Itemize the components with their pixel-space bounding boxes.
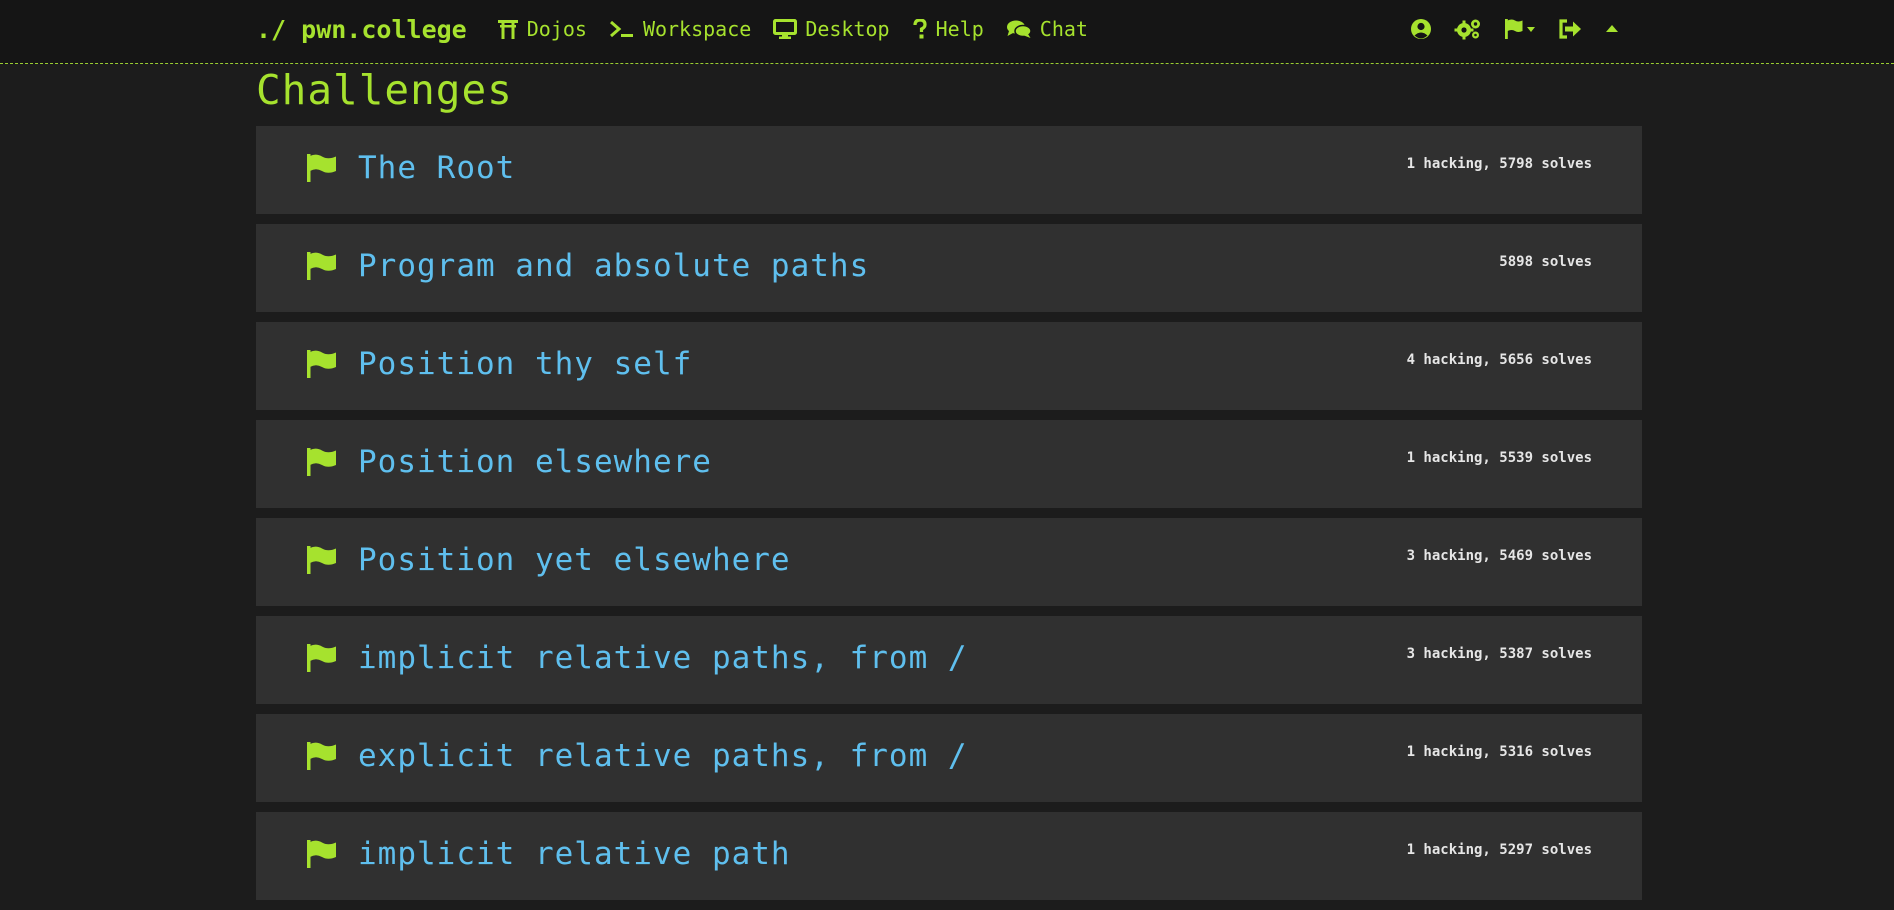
challenge-row[interactable]: implicit relative path 1 hacking, 5297 s… (256, 812, 1642, 900)
flag-dropdown-icon[interactable] (1504, 18, 1536, 40)
brand-logo-link[interactable]: ./ pwn.college (256, 15, 467, 44)
user-icon[interactable] (1410, 18, 1432, 40)
flag-icon (307, 742, 336, 770)
challenge-row[interactable]: Position elsewhere 1 hacking, 5539 solve… (256, 420, 1642, 508)
settings-icon[interactable] (1454, 18, 1482, 40)
nav-link-label: Help (935, 17, 984, 41)
challenge-stats: 1 hacking, 5316 solves (1406, 744, 1592, 760)
nav-link-label: Workspace (642, 17, 752, 41)
challenge-row[interactable]: Position thy self 4 hacking, 5656 solves (256, 322, 1642, 410)
challenge-row[interactable]: The Root 1 hacking, 5798 solves (256, 126, 1642, 214)
challenge-stats: 3 hacking, 5387 solves (1406, 646, 1592, 662)
torii-gate-icon (497, 20, 518, 39)
flag-icon (307, 448, 336, 476)
nav-link-label: Desktop (805, 17, 890, 41)
flag-icon (307, 252, 336, 280)
logout-icon[interactable] (1558, 18, 1582, 40)
challenge-row[interactable]: explicit relative paths, from / 1 hackin… (256, 714, 1642, 802)
nav-link-label: Chat (1039, 17, 1088, 41)
challenge-row[interactable]: implicit relative paths, from / 3 hackin… (256, 616, 1642, 704)
flag-icon (307, 644, 336, 672)
challenge-stats: 1 hacking, 5539 solves (1406, 450, 1592, 466)
terminal-icon (609, 20, 633, 38)
caret-up-icon[interactable] (1604, 22, 1620, 36)
page-title: Challenges (256, 66, 513, 114)
nav-link-dojos[interactable]: Dojos (497, 17, 587, 41)
flag-icon (307, 350, 336, 378)
question-icon (913, 19, 927, 39)
challenge-name: implicit relative path (358, 836, 791, 872)
challenge-name: Position yet elsewhere (358, 542, 791, 578)
challenge-name: explicit relative paths, from / (358, 738, 968, 774)
nav-link-label: Dojos (526, 17, 587, 41)
flag-icon (307, 840, 336, 868)
nav-link-help[interactable]: Help (912, 17, 984, 41)
navbar-inner: ./ pwn.college Dojos Workspace Desktop H… (256, 0, 1642, 58)
challenge-row[interactable]: Position yet elsewhere 3 hacking, 5469 s… (256, 518, 1642, 606)
challenge-stats: 5898 solves (1499, 254, 1592, 270)
nav-link-chat[interactable]: Chat (1006, 17, 1088, 41)
flag-icon (307, 154, 336, 182)
challenge-name: implicit relative paths, from / (358, 640, 968, 676)
challenge-row[interactable]: Program and absolute paths 5898 solves (256, 224, 1642, 312)
navbar-right-icons (1388, 18, 1642, 40)
challenge-stats: 1 hacking, 5297 solves (1406, 842, 1592, 858)
chat-icon (1006, 20, 1032, 38)
challenge-name: Position thy self (358, 346, 693, 382)
challenge-list: The Root 1 hacking, 5798 solves Program … (256, 126, 1642, 910)
challenge-name: Position elsewhere (358, 444, 712, 480)
nav-link-desktop[interactable]: Desktop (773, 17, 890, 41)
challenge-name: The Root (358, 150, 516, 186)
top-navbar: ./ pwn.college Dojos Workspace Desktop H… (0, 0, 1894, 64)
challenge-stats: 3 hacking, 5469 solves (1406, 548, 1592, 564)
flag-icon (307, 546, 336, 574)
desktop-icon (773, 19, 798, 39)
challenge-stats: 1 hacking, 5798 solves (1406, 156, 1592, 172)
challenge-name: Program and absolute paths (358, 248, 870, 284)
nav-link-workspace[interactable]: Workspace (609, 17, 751, 41)
challenge-stats: 4 hacking, 5656 solves (1406, 352, 1592, 368)
